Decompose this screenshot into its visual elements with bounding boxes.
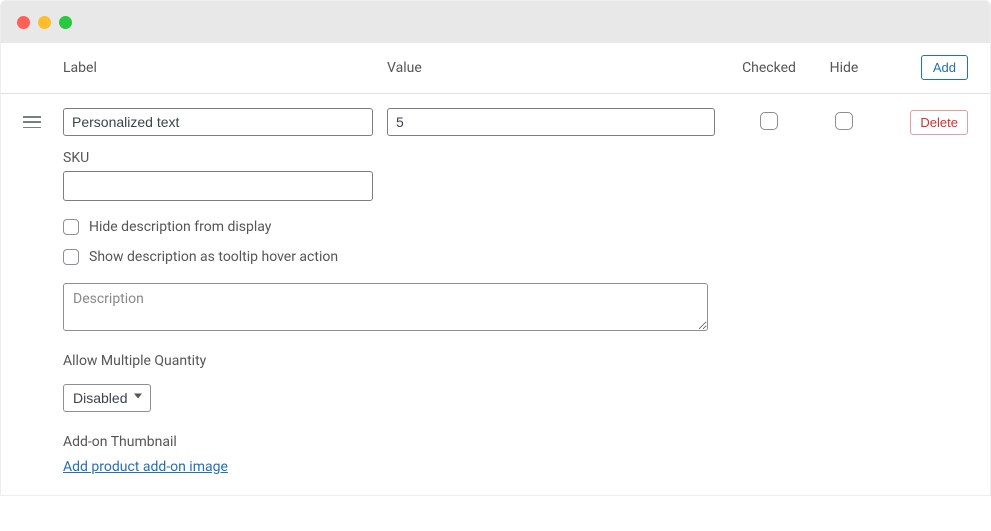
window-maximize-icon[interactable]: [59, 16, 72, 29]
checked-checkbox[interactable]: [760, 112, 778, 130]
header-checked: Checked: [729, 60, 809, 76]
option-row: Delete: [1, 94, 990, 146]
window-close-icon[interactable]: [17, 16, 30, 29]
product-addon-panel: Label Value Checked Hide Add Delete SKU …: [0, 0, 991, 496]
header-value: Value: [387, 60, 729, 76]
multiple-quantity-label: Allow Multiple Quantity: [63, 353, 968, 369]
hide-description-label: Hide description from display: [89, 219, 271, 235]
option-details: SKU Hide description from display Show d…: [1, 146, 990, 495]
thumbnail-label: Add-on Thumbnail: [63, 434, 968, 450]
sku-input[interactable]: [63, 171, 373, 201]
window-titlebar: [1, 1, 990, 43]
add-button[interactable]: Add: [921, 55, 968, 80]
delete-button[interactable]: Delete: [910, 110, 968, 135]
multiple-quantity-select[interactable]: Disabled: [63, 384, 151, 412]
value-input[interactable]: [387, 108, 715, 136]
hide-description-checkbox[interactable]: [63, 219, 79, 235]
tooltip-description-checkbox[interactable]: [63, 249, 79, 265]
description-textarea[interactable]: [63, 283, 708, 331]
drag-handle-icon[interactable]: [23, 116, 63, 128]
hide-checkbox[interactable]: [835, 112, 853, 130]
tooltip-description-option[interactable]: Show description as tooltip hover action: [63, 249, 968, 265]
sku-label: SKU: [63, 150, 968, 166]
hide-description-option[interactable]: Hide description from display: [63, 219, 968, 235]
header-hide: Hide: [809, 60, 879, 76]
label-input[interactable]: [63, 108, 373, 136]
column-headers: Label Value Checked Hide Add: [1, 43, 990, 94]
add-thumbnail-link[interactable]: Add product add-on image: [63, 459, 228, 475]
header-label: Label: [63, 60, 387, 76]
tooltip-description-label: Show description as tooltip hover action: [89, 249, 338, 265]
window-minimize-icon[interactable]: [38, 16, 51, 29]
